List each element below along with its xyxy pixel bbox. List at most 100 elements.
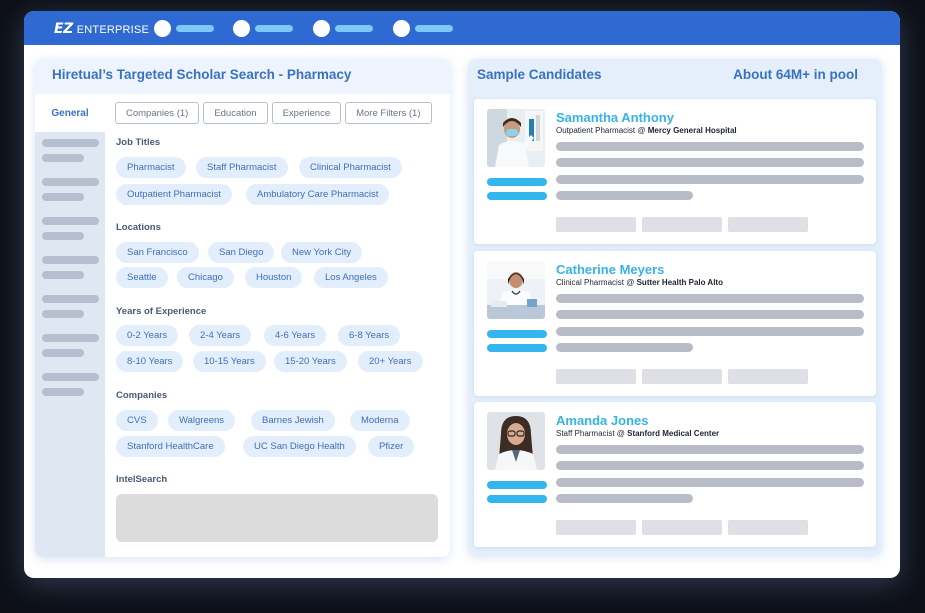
sidebar-placeholder[interactable]: [42, 217, 99, 225]
pool-count: About 64M+ in pool: [733, 67, 858, 82]
sidebar-placeholder[interactable]: [42, 334, 99, 342]
candidate-meta-bar: [487, 495, 547, 503]
chip-company[interactable]: Pfizer: [368, 436, 415, 457]
chip-job-title[interactable]: Pharmacist: [116, 157, 186, 178]
chip-experience[interactable]: 8-10 Years: [116, 351, 184, 372]
locations-label: Locations: [116, 222, 161, 233]
chip-experience[interactable]: 0-2 Years: [116, 325, 179, 346]
placeholder-block: [728, 369, 808, 384]
placeholder-block: [556, 520, 636, 535]
placeholder-block: [556, 369, 636, 384]
candidate-card[interactable]: Catherine Meyers Clinical Pharmacist @ S…: [474, 251, 876, 396]
chip-company[interactable]: UC San Diego Health: [243, 436, 356, 457]
candidate-title: Staff Pharmacist @: [556, 429, 628, 438]
intelsearch-label: IntelSearch: [116, 474, 168, 485]
candidate-meta-bar: [487, 192, 547, 200]
placeholder-line: [556, 175, 864, 184]
nav-dot-icon: [393, 20, 410, 37]
chip-location[interactable]: New York City: [281, 242, 363, 263]
chip-job-title[interactable]: Clinical Pharmacist: [299, 157, 402, 178]
candidate-card[interactable]: Samantha Anthony Outpatient Pharmacist @…: [474, 99, 876, 244]
candidate-name[interactable]: Catherine Meyers: [556, 262, 664, 277]
enterprise-logo[interactable]: EZ ENTERPRISE: [54, 21, 149, 37]
placeholder-block: [728, 520, 808, 535]
tab-education[interactable]: Education: [203, 102, 268, 124]
placeholder-line: [556, 191, 693, 200]
placeholder-block: [556, 217, 636, 232]
chip-experience[interactable]: 10-15 Years: [193, 351, 266, 372]
sidebar-placeholder: [42, 154, 84, 162]
intelsearch-input[interactable]: [116, 494, 438, 542]
placeholder-line: [556, 158, 864, 167]
candidates-panel-title: Sample Candidates: [477, 67, 602, 82]
candidate-title: Clinical Pharmacist @: [556, 278, 637, 287]
candidate-meta-bar: [487, 178, 547, 186]
chip-location[interactable]: Seattle: [116, 267, 168, 288]
chip-experience[interactable]: 6-8 Years: [338, 325, 401, 346]
candidate-role: Clinical Pharmacist @ Sutter Health Palo…: [556, 278, 723, 287]
placeholder-block: [642, 369, 722, 384]
tab-more-filters[interactable]: More Filters (1): [345, 102, 432, 124]
chip-location[interactable]: Chicago: [177, 267, 234, 288]
sidebar-placeholder[interactable]: [42, 373, 99, 381]
placeholder-block: [728, 217, 808, 232]
chip-experience[interactable]: 15-20 Years: [274, 351, 347, 372]
search-panel-title: Hiretual’s Targeted Scholar Search - Pha…: [52, 67, 352, 82]
logo-text: ENTERPRISE: [76, 24, 150, 36]
candidate-card[interactable]: Amanda Jones Staff Pharmacist @ Stanford…: [474, 402, 876, 547]
chip-company[interactable]: Barnes Jewish: [251, 410, 335, 431]
nav-item-3[interactable]: [313, 20, 373, 37]
sidebar-placeholder: [42, 232, 84, 240]
candidate-title: Outpatient Pharmacist @: [556, 126, 648, 135]
sidebar-item-general[interactable]: General: [35, 94, 105, 132]
chip-experience[interactable]: 4-6 Years: [264, 325, 327, 346]
filter-content: Companies (1) Education Experience More …: [105, 94, 450, 557]
chip-location[interactable]: Los Angeles: [314, 267, 388, 288]
chip-job-title[interactable]: Ambulatory Care Pharmacist: [246, 184, 390, 205]
chip-experience[interactable]: 2-4 Years: [189, 325, 252, 346]
candidate-org: Stanford Medical Center: [627, 429, 720, 438]
sidebar-placeholder[interactable]: [42, 139, 99, 147]
chip-job-title[interactable]: Staff Pharmacist: [196, 157, 288, 178]
candidate-photo: [487, 412, 545, 470]
placeholder-line: [556, 310, 864, 319]
candidate-photo: [487, 261, 545, 319]
app-window: EZ ENTERPRISE Hiretual’s Targeted Schola…: [24, 11, 900, 578]
chip-location[interactable]: San Diego: [208, 242, 275, 263]
chip-location[interactable]: San Francisco: [116, 242, 199, 263]
chip-company[interactable]: Moderna: [350, 410, 410, 431]
candidate-name[interactable]: Amanda Jones: [556, 413, 648, 428]
nav-item-4[interactable]: [393, 20, 453, 37]
nav-dot-icon: [233, 20, 250, 37]
nav-dot-icon: [154, 20, 171, 37]
placeholder-line: [556, 142, 864, 151]
chip-job-title[interactable]: Outpatient Pharmacist: [116, 184, 232, 205]
chip-company[interactable]: Walgreens: [168, 410, 236, 431]
nav-item-2[interactable]: [233, 20, 293, 37]
sidebar-placeholder: [42, 388, 84, 396]
placeholder-line: [556, 343, 693, 352]
sidebar-placeholder: [42, 310, 84, 318]
sidebar-placeholder[interactable]: [42, 178, 99, 186]
search-panel: Hiretual’s Targeted Scholar Search - Pha…: [35, 59, 450, 557]
sidebar-placeholder[interactable]: [42, 295, 99, 303]
sidebar-placeholder[interactable]: [42, 256, 99, 264]
nav-item-1[interactable]: [154, 20, 214, 37]
chip-location[interactable]: Houston: [245, 267, 303, 288]
filter-tabs: Companies (1) Education Experience More …: [115, 102, 432, 124]
candidate-role: Staff Pharmacist @ Stanford Medical Cent…: [556, 429, 719, 438]
sidebar-placeholder: [42, 349, 84, 357]
candidate-org: Mercy General Hospital: [647, 126, 737, 135]
chip-experience[interactable]: 20+ Years: [358, 351, 423, 372]
filter-sidebar: General: [35, 94, 105, 557]
placeholder-line: [556, 461, 864, 470]
tab-companies[interactable]: Companies (1): [115, 102, 200, 124]
candidate-org: Sutter Health Palo Alto: [636, 278, 723, 287]
chip-company[interactable]: CVS: [116, 410, 158, 431]
nav-placeholder-bar: [415, 25, 453, 32]
tab-experience[interactable]: Experience: [271, 102, 342, 124]
placeholder-line: [556, 494, 693, 503]
chip-company[interactable]: Stanford HealthCare: [116, 436, 225, 457]
candidate-name[interactable]: Samantha Anthony: [556, 110, 674, 125]
candidate-meta-bar: [487, 481, 547, 489]
